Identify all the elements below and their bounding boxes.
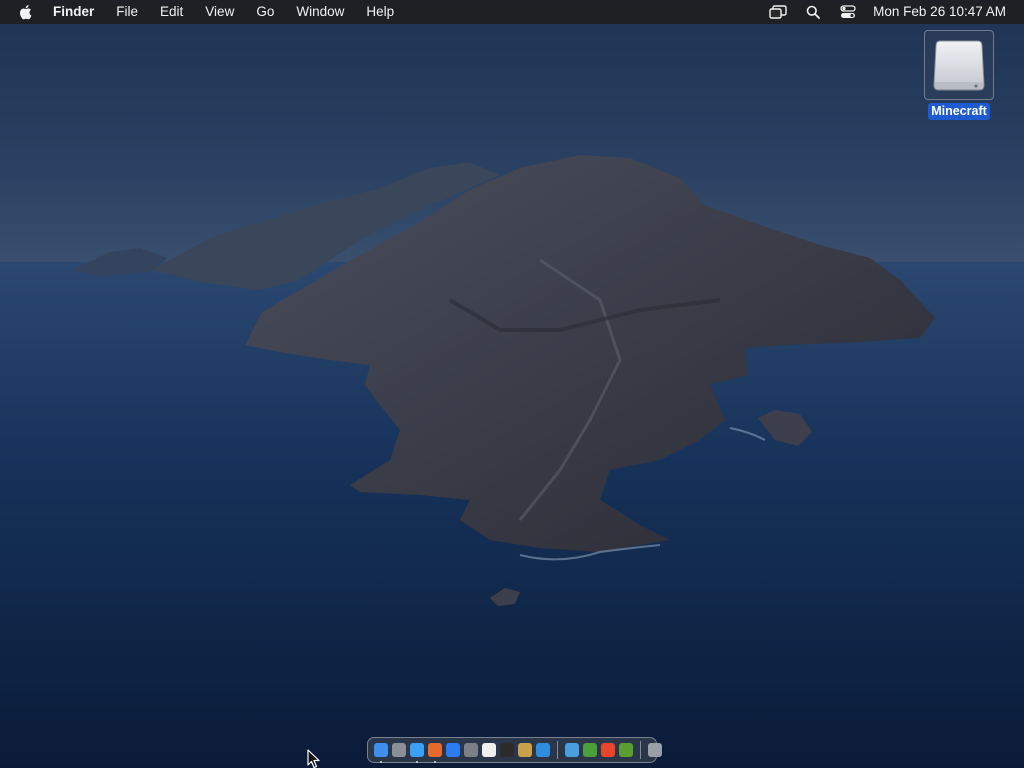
paintbrush-icon[interactable] xyxy=(518,743,532,757)
dock xyxy=(367,737,662,763)
mail-cloud-icon[interactable] xyxy=(565,743,579,757)
screen-mirroring-icon[interactable] xyxy=(769,0,787,24)
safari-icon[interactable] xyxy=(410,743,424,763)
menu-window[interactable]: Window xyxy=(296,0,344,24)
external-drive-icon[interactable] xyxy=(924,30,994,100)
control-center-icon[interactable] xyxy=(839,0,857,24)
launchpad-icon[interactable] xyxy=(392,743,406,757)
wallpaper-image xyxy=(0,155,1024,768)
menu-bar: Finder File Edit View Go Window Help Mon… xyxy=(0,0,1024,24)
system-preferences-icon[interactable] xyxy=(464,743,478,757)
minecraft-icon[interactable] xyxy=(619,743,633,757)
firefox-icon[interactable] xyxy=(428,743,442,763)
mouse-cursor-icon xyxy=(307,749,320,768)
minecraft-launcher-icon[interactable] xyxy=(583,743,597,757)
dock-separator xyxy=(640,741,641,759)
menu-app-name[interactable]: Finder xyxy=(53,0,94,24)
terminal-icon[interactable] xyxy=(500,743,514,757)
firefox-alt-icon[interactable] xyxy=(601,743,615,757)
desktop[interactable]: Finder File Edit View Go Window Help Mon… xyxy=(0,0,1024,768)
desktop-icon-minecraft-drive[interactable]: Minecraft xyxy=(924,30,994,120)
finder-icon[interactable] xyxy=(374,743,388,763)
vscode-icon[interactable] xyxy=(536,743,550,757)
running-indicator xyxy=(434,761,436,763)
menu-go[interactable]: Go xyxy=(256,0,274,24)
app-store-icon[interactable] xyxy=(446,743,460,757)
menu-edit[interactable]: Edit xyxy=(160,0,183,24)
menu-bar-clock[interactable]: Mon Feb 26 10:47 AM xyxy=(873,0,1006,24)
running-indicator xyxy=(416,761,418,763)
menu-help[interactable]: Help xyxy=(366,0,394,24)
menu-view[interactable]: View xyxy=(205,0,234,24)
dock-separator xyxy=(557,741,558,759)
running-indicator xyxy=(380,761,382,763)
spotlight-search-icon[interactable] xyxy=(804,0,822,24)
menu-file[interactable]: File xyxy=(116,0,138,24)
trash-icon[interactable] xyxy=(648,743,662,757)
desktop-icon-label[interactable]: Minecraft xyxy=(928,103,990,120)
textedit-icon[interactable] xyxy=(482,743,496,757)
apple-logo-icon[interactable] xyxy=(18,0,34,24)
